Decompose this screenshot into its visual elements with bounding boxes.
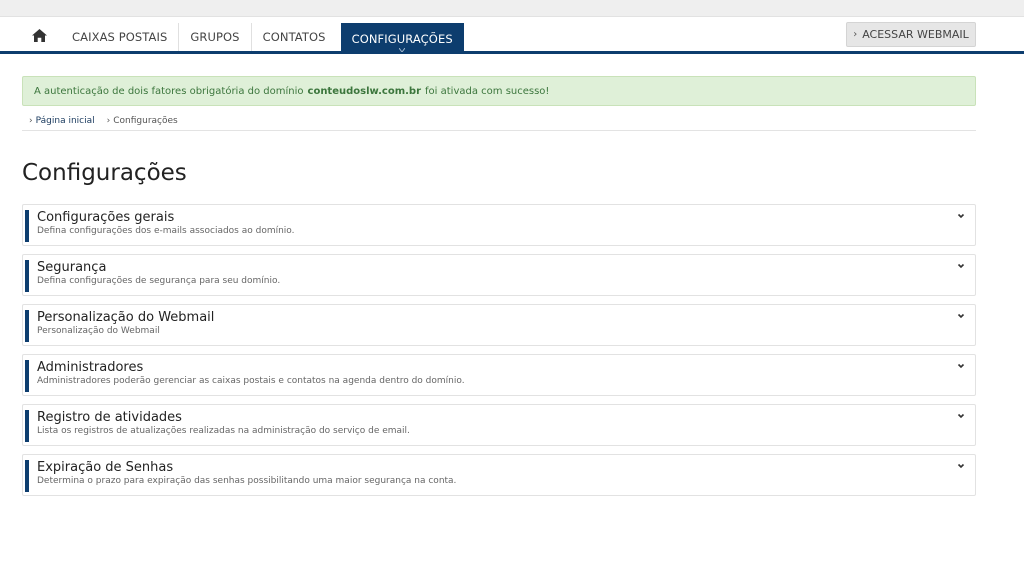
home-button[interactable] (24, 22, 54, 48)
chevron-right-icon: › (106, 115, 111, 126)
section-accent-bar (25, 360, 29, 392)
chevron-down-icon (957, 463, 965, 469)
section-subtitle: Personalização do Webmail (37, 326, 160, 336)
chevron-right-icon: › (853, 29, 858, 40)
section-subtitle: Defina configurações de segurança para s… (37, 276, 281, 286)
section-title: Registro de atividades (37, 410, 182, 425)
chevron-down-icon (957, 413, 965, 419)
main-navbar: CAIXAS POSTAIS GRUPOS CONTATOS CONFIGURA… (0, 17, 1024, 54)
section-accent-bar (25, 210, 29, 242)
section-title: Expiração de Senhas (37, 460, 174, 475)
section-subtitle: Lista os registros de atualizações reali… (37, 426, 410, 436)
chevron-down-icon (957, 213, 965, 219)
section-administradores[interactable]: Administradores Administradores poderão … (22, 354, 976, 396)
nav-item-caixas-postais[interactable]: CAIXAS POSTAIS (61, 23, 178, 51)
chevron-right-icon: › (29, 115, 33, 126)
breadcrumb: › Página inicial › Configurações (22, 111, 976, 131)
section-title: Configurações gerais (37, 210, 175, 225)
section-accent-bar (25, 410, 29, 442)
section-title: Administradores (37, 360, 144, 375)
section-accent-bar (25, 310, 29, 342)
nav-item-contatos[interactable]: CONTATOS (250, 23, 337, 51)
section-title: Segurança (37, 260, 107, 275)
nav-item-label: CONFIGURAÇÕES (351, 31, 453, 46)
alert-domain: conteudoslw.com.br (307, 85, 422, 97)
success-alert: A autenticação de dois fatores obrigatór… (22, 76, 976, 106)
access-webmail-label: ACESSAR WEBMAIL (862, 28, 969, 41)
nav-item-configuracoes[interactable]: CONFIGURAÇÕES (340, 23, 464, 54)
home-icon (31, 28, 47, 42)
nav-item-grupos[interactable]: GRUPOS (178, 23, 250, 51)
section-personalizacao-webmail[interactable]: Personalização do Webmail Personalização… (22, 304, 976, 346)
breadcrumb-label: Página inicial (35, 115, 95, 126)
section-subtitle: Determina o prazo para expiração das sen… (37, 476, 457, 486)
browser-top-strip (0, 0, 1024, 17)
breadcrumb-label: Configurações (113, 115, 178, 126)
breadcrumb-item-home[interactable]: › Página inicial (29, 116, 95, 126)
nav-item-label: CONTATOS (262, 30, 326, 44)
chevron-down-icon (957, 313, 965, 319)
active-caret-icon (399, 48, 406, 52)
alert-text-after: foi ativada com sucesso! (425, 85, 550, 97)
breadcrumb-item-current: › Configurações (107, 116, 178, 126)
alert-text-before: A autenticação de dois fatores obrigatór… (34, 85, 304, 97)
section-accent-bar (25, 460, 29, 492)
nav-item-label: GRUPOS (190, 30, 240, 44)
page-title: Configurações (22, 160, 187, 186)
nav-item-label: CAIXAS POSTAIS (72, 30, 168, 44)
section-configuracoes-gerais[interactable]: Configurações gerais Defina configuraçõe… (22, 204, 976, 246)
section-subtitle: Administradores poderão gerenciar as cai… (37, 376, 465, 386)
section-registro-atividades[interactable]: Registro de atividades Lista os registro… (22, 404, 976, 446)
section-expiracao-senhas[interactable]: Expiração de Senhas Determina o prazo pa… (22, 454, 976, 496)
chevron-down-icon (957, 363, 965, 369)
section-seguranca[interactable]: Segurança Defina configurações de segura… (22, 254, 976, 296)
section-subtitle: Defina configurações dos e-mails associa… (37, 226, 295, 236)
nav-menu: CAIXAS POSTAIS GRUPOS CONTATOS CONFIGURA… (61, 23, 464, 54)
access-webmail-button[interactable]: › ACESSAR WEBMAIL (846, 22, 976, 47)
section-accent-bar (25, 260, 29, 292)
chevron-down-icon (957, 263, 965, 269)
section-title: Personalização do Webmail (37, 310, 215, 325)
